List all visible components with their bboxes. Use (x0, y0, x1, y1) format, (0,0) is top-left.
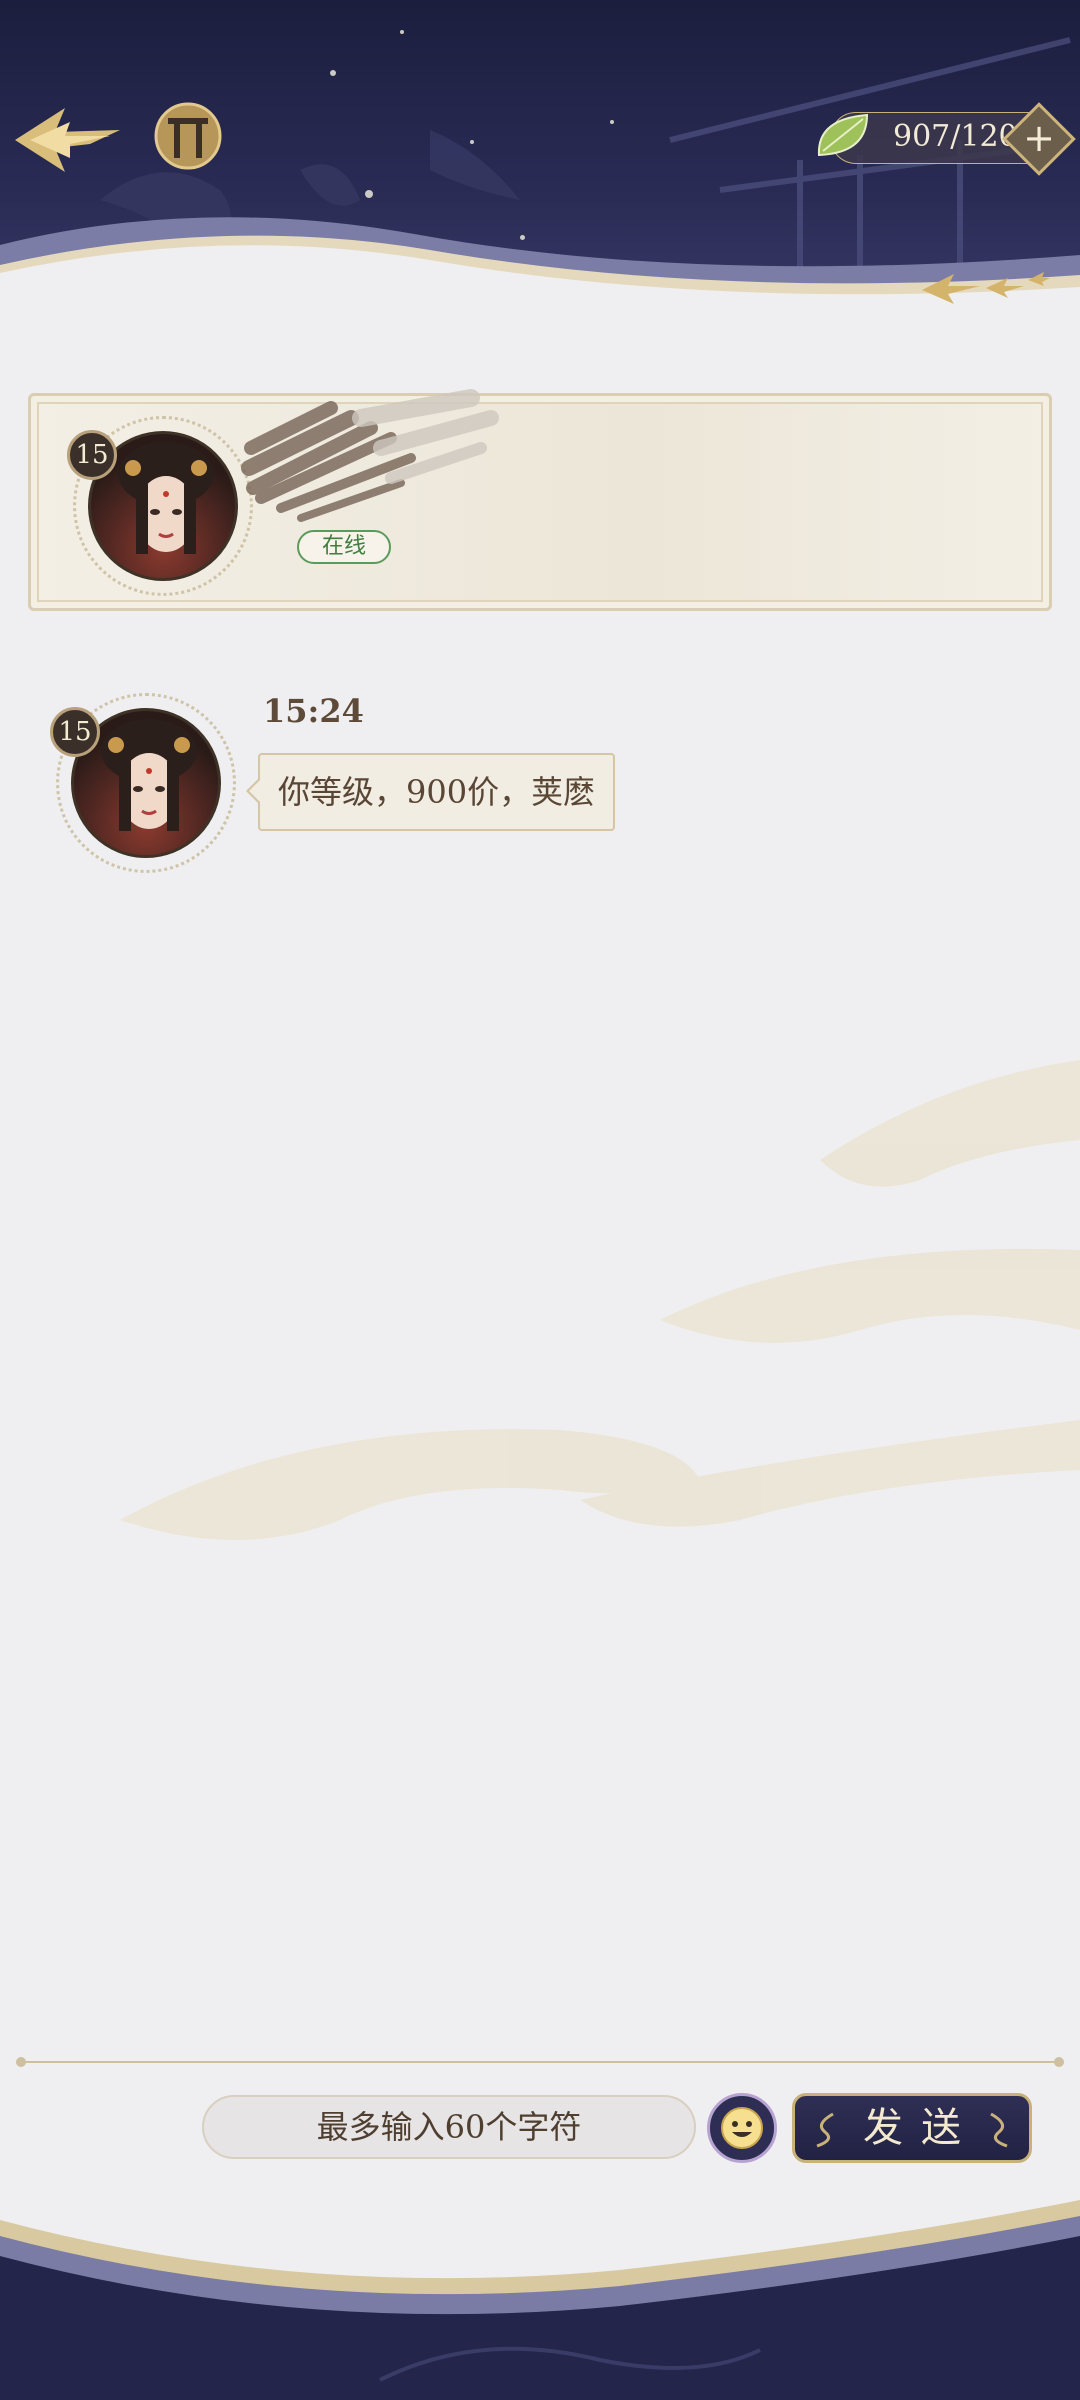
arrow-back-icon[interactable] (10, 100, 125, 180)
message-text: 你等级，900价，荚麽 (278, 773, 596, 811)
leaf-icon (817, 113, 869, 157)
star-decor (400, 30, 404, 34)
friend-profile-card[interactable]: 15 在线 (28, 389, 1052, 611)
gate-home-icon[interactable] (152, 100, 224, 172)
cloud-decor (120, 1060, 1080, 1540)
leaf-currency-counter: 907/120 + (817, 102, 1076, 176)
level-badge: 15 (50, 707, 100, 757)
leaf-count: 907/120 (893, 119, 1018, 154)
message-timestamp: 15:24 (263, 692, 364, 730)
footer-wave (0, 2200, 1080, 2400)
star-decor (610, 120, 614, 124)
send-button[interactable]: 发送 (792, 2093, 1032, 2163)
curl-right-icon (990, 2112, 1008, 2148)
redacted-name-scribble (241, 389, 499, 522)
message-sender-avatar-frame[interactable]: 15 (50, 693, 236, 873)
arrows-decor-icon (922, 272, 1050, 304)
friend-avatar-frame: 15 (67, 416, 253, 596)
level-badge: 15 (67, 430, 117, 480)
top-banner: 907/120 + (0, 0, 1080, 345)
message-bubble[interactable]: 你等级，900价，荚麽 (246, 753, 616, 831)
header-wave (0, 217, 1080, 345)
emoji-button[interactable] (707, 2093, 777, 2163)
input-divider (16, 2057, 1064, 2067)
star-decor (330, 70, 336, 76)
message-input[interactable] (202, 2095, 696, 2159)
plus-icon: + (1023, 116, 1055, 160)
online-status-badge: 在线 (297, 530, 391, 564)
smiley-face-icon (721, 2107, 763, 2149)
bubble-tail (246, 777, 261, 805)
